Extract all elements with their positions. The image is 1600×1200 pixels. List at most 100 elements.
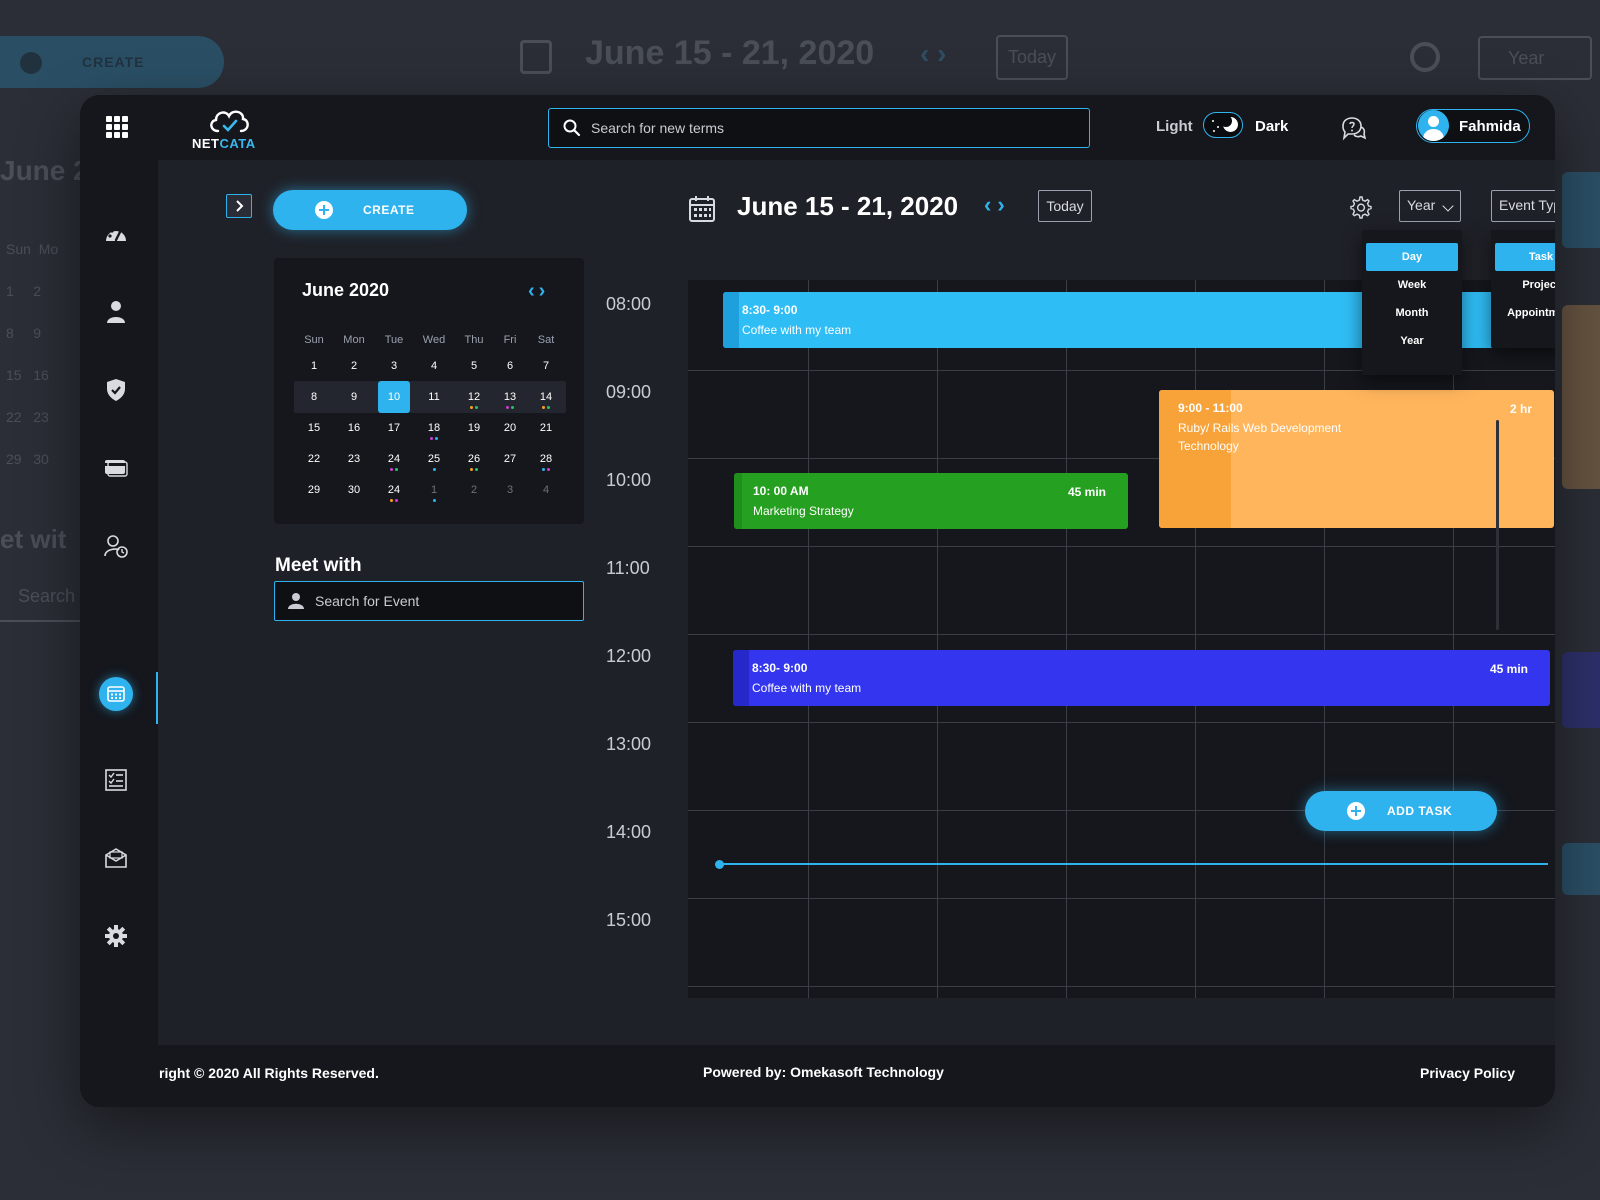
calendar-day[interactable]: 11 — [418, 381, 450, 413]
footer: right © 2020 All Rights Reserved. Powere… — [80, 1045, 1555, 1107]
user-icon[interactable] — [104, 300, 128, 324]
gear-icon[interactable] — [104, 924, 128, 948]
event-title: Ruby/ Rails Web Development Technology — [1178, 421, 1342, 453]
add-task-button[interactable]: ADD TASK — [1305, 791, 1497, 831]
calendar-day[interactable]: 2 — [338, 350, 370, 382]
calendar-day[interactable]: 21 — [530, 412, 562, 444]
event-duration: 45 min — [1489, 662, 1528, 676]
next-month-icon[interactable]: › — [539, 280, 550, 302]
bg-search: Search — [0, 570, 80, 622]
event-type-dropdown: TaskProjectAppointment — [1491, 230, 1555, 348]
calendar-day[interactable]: 23 — [338, 443, 370, 475]
mini-calendar: June 2020 ‹› Sun Mon Tue Wed Thu Fri Sat 1 2 3 4 5 6… — [274, 258, 584, 524]
calendar-day[interactable]: 28 — [530, 443, 562, 475]
person-icon — [288, 593, 304, 609]
create-button[interactable]: CREATE — [273, 190, 467, 230]
calendar-day[interactable]: 16 — [338, 412, 370, 444]
event-time: 10: 00 AM — [753, 484, 809, 498]
calendar-day[interactable]: 1 — [298, 350, 330, 382]
calendar-day[interactable]: 3 — [378, 350, 410, 382]
apps-grid-icon[interactable] — [106, 116, 128, 138]
calendar-day[interactable]: 22 — [298, 443, 330, 475]
dropdown-option[interactable]: Project — [1495, 271, 1555, 299]
calendar-icon[interactable] — [99, 677, 133, 711]
calendar-day[interactable]: 9 — [338, 381, 370, 413]
event-card[interactable]: 8:30- 9:00 Coffee with my team 45 min — [733, 650, 1550, 706]
dropdown-option[interactable]: Task — [1495, 243, 1555, 271]
calendar-day[interactable]: 6 — [494, 350, 526, 382]
calendar-day[interactable]: 2 — [458, 474, 490, 506]
event-card[interactable]: 10: 00 AM Marketing Strategy 45 min — [734, 473, 1128, 529]
calendar-day[interactable]: 4 — [530, 474, 562, 506]
card-icon[interactable] — [104, 456, 128, 480]
prev-month-icon[interactable]: ‹ — [528, 280, 539, 302]
calendar-day[interactable]: 4 — [418, 350, 450, 382]
calendar-day[interactable]: 7 — [530, 350, 562, 382]
calendar-day[interactable]: 3 — [494, 474, 526, 506]
calendar-day[interactable]: 29 — [298, 474, 330, 506]
chat-help-icon[interactable] — [1340, 115, 1366, 141]
day-of-week: Thu — [464, 334, 484, 346]
day-of-week: Sat — [537, 334, 555, 346]
calendar-day[interactable]: 15 — [298, 412, 330, 444]
mode-light-label[interactable]: Light — [1156, 118, 1193, 135]
dropdown-option[interactable]: Month — [1366, 299, 1458, 327]
calendar-day[interactable]: 18 — [418, 412, 450, 444]
week-nav: ‹› — [984, 192, 1011, 218]
calendar-day[interactable]: 20 — [494, 412, 526, 444]
time-label: 10:00 — [606, 470, 652, 490]
theme-toggle[interactable] — [1203, 112, 1243, 138]
dropdown-option[interactable]: Week — [1366, 271, 1458, 299]
user-menu[interactable]: Fahmida — [1416, 109, 1530, 143]
calendar-day[interactable]: 8 — [298, 381, 330, 413]
calendar-day[interactable]: 26 — [458, 443, 490, 475]
checklist-icon[interactable] — [104, 768, 128, 792]
settings-gear-icon[interactable] — [1348, 195, 1372, 219]
calendar-day[interactable]: 1 — [418, 474, 450, 506]
event-duration: 45 min — [1067, 485, 1106, 499]
top-search-input[interactable] — [591, 109, 1071, 146]
today-button[interactable]: Today — [1038, 190, 1092, 222]
calendar-day[interactable]: 13 — [494, 381, 526, 413]
dropdown-option[interactable]: Appointment — [1495, 299, 1555, 327]
view-select[interactable]: Year — [1399, 190, 1461, 222]
sidebar-expand-button[interactable] — [226, 194, 252, 218]
next-week-icon[interactable]: › — [997, 192, 1010, 217]
calendar-day[interactable]: 25 — [418, 443, 450, 475]
calendar-day[interactable]: 10 — [378, 381, 410, 413]
event-time: 8:30- 9:00 — [742, 303, 798, 317]
meet-search-input[interactable] — [315, 582, 575, 619]
calendar-day[interactable]: 12 — [458, 381, 490, 413]
event-title: Coffee with my team — [752, 681, 862, 695]
event-type-select[interactable]: Event Type — [1491, 190, 1555, 222]
shield-icon[interactable] — [104, 378, 128, 402]
dropdown-option[interactable]: Year — [1366, 327, 1458, 355]
privacy-policy-link[interactable]: Privacy Policy — [1420, 1065, 1515, 1081]
icon-sidebar — [80, 160, 158, 1045]
calendar-day[interactable]: 5 — [458, 350, 490, 382]
calendar-day[interactable]: 17 — [378, 412, 410, 444]
meet-search[interactable] — [274, 581, 584, 621]
prev-week-icon[interactable]: ‹ — [984, 192, 997, 217]
event-duration: 2 hr — [1509, 402, 1532, 416]
top-search[interactable] — [548, 108, 1090, 148]
calendar-day[interactable]: 24 — [378, 443, 410, 475]
user-clock-icon[interactable] — [104, 534, 128, 558]
calendar-day[interactable]: 19 — [458, 412, 490, 444]
calendar-day[interactable]: 27 — [494, 443, 526, 475]
mini-calendar-title: June 2020 — [302, 280, 390, 300]
calendar-day[interactable]: 24 — [378, 474, 410, 506]
dashboard-icon[interactable] — [104, 222, 128, 246]
avatar — [1418, 110, 1449, 141]
time-label: 08:00 — [606, 294, 652, 314]
event-card[interactable]: 9:00 - 11:00 Ruby/ Rails Web Development… — [1159, 390, 1554, 528]
bg-event-block — [1562, 172, 1600, 248]
mail-icon[interactable] — [104, 846, 128, 870]
calendar-day[interactable]: 14 — [530, 381, 562, 413]
dropdown-option[interactable]: Day — [1366, 243, 1458, 271]
calendar-day[interactable]: 30 — [338, 474, 370, 506]
content-panel: CREATE June 2020 ‹› Sun Mon Tue Wed Thu Fri Sa… — [158, 160, 1555, 1045]
mode-dark-label[interactable]: Dark — [1255, 118, 1288, 135]
scrollbar[interactable] — [1496, 420, 1499, 630]
calendar-icon[interactable] — [688, 195, 716, 223]
